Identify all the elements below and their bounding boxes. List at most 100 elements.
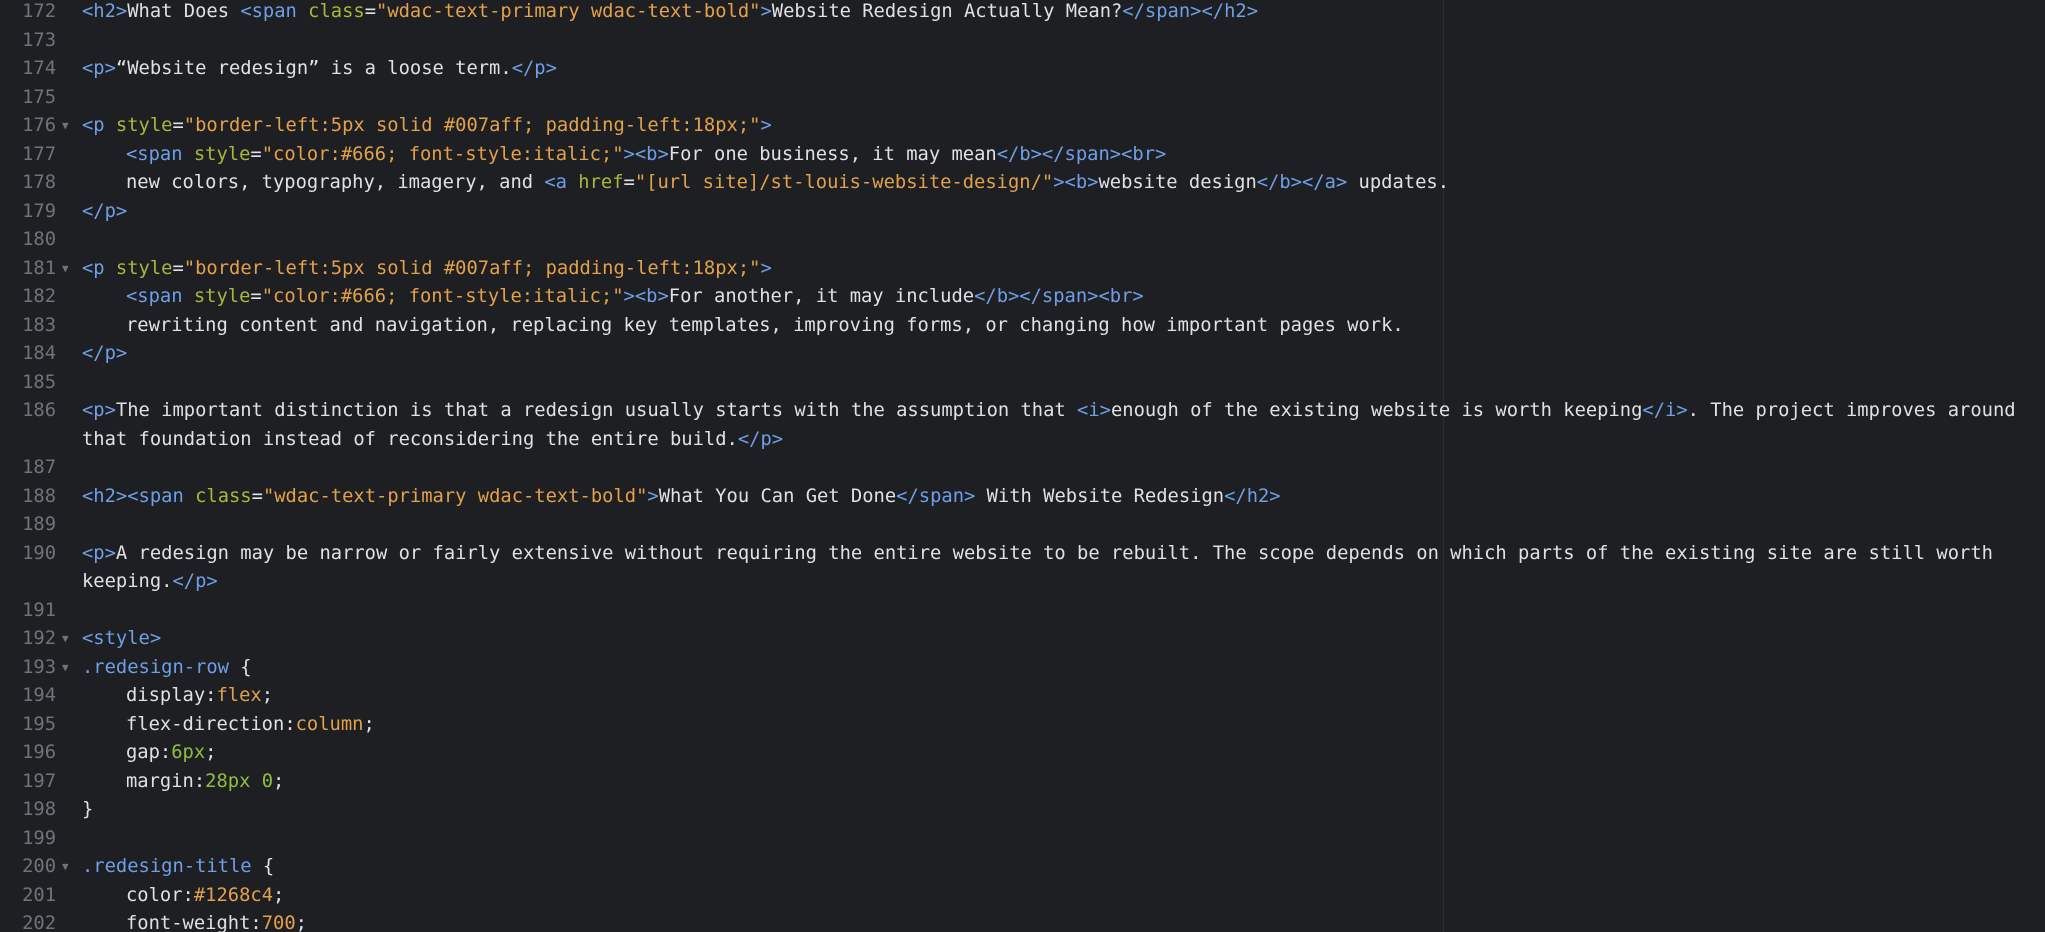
line-number: 174 — [22, 58, 56, 79]
code-token-text: ; — [295, 913, 307, 932]
code-token-val: column — [295, 713, 364, 735]
line-number: 183 — [22, 314, 56, 336]
line-number: 197 — [22, 770, 56, 792]
code-token-attr: style — [115, 257, 173, 279]
code-token-text: ; — [273, 884, 285, 906]
line-number: 179 — [22, 200, 56, 222]
code-line[interactable]: new colors, typography, imagery, and <a … — [126, 169, 2025, 198]
line-number: 196 — [22, 742, 56, 763]
code-line[interactable]: margin:28px 0; — [126, 768, 2025, 797]
code-token-val: flex — [216, 685, 262, 706]
code-line[interactable]: color:#1268c4; — [126, 882, 2025, 911]
line-number: 178 — [22, 172, 56, 193]
code-line[interactable]: font-weight:700; — [126, 910, 2025, 932]
line-number: 182 — [22, 286, 56, 307]
code-token-text: enough of the existing website is worth … — [1110, 400, 1643, 421]
code-token-tag: <style> — [82, 628, 162, 649]
code-token-text: } — [82, 799, 94, 820]
code-token-text: rewriting content and navigation, replac… — [126, 314, 1404, 336]
code-token-prop: display — [126, 685, 206, 706]
code-line[interactable]: </p> — [82, 198, 2025, 227]
code-line[interactable]: flex-direction:column; — [126, 711, 2025, 740]
code-token-num: 28px 0 — [205, 770, 273, 792]
code-token-text: = — [251, 485, 263, 507]
line-number: 172 — [22, 1, 56, 22]
code-token-prop: gap — [126, 742, 160, 763]
code-line[interactable]: <p>A redesign may be narrow or fairly ex… — [82, 540, 2025, 597]
line-number: 199 — [22, 827, 56, 849]
code-token-tag: </i> — [1642, 400, 1688, 421]
code-token-text: ; — [273, 770, 285, 792]
fold-triangle-icon[interactable]: ▼ — [62, 112, 69, 141]
code-token-val: 700 — [261, 913, 296, 932]
code-line[interactable]: <p>The important distinction is that a r… — [82, 397, 2025, 454]
code-line[interactable]: .redesign-row { — [82, 654, 2025, 683]
code-token-attr: href — [578, 172, 624, 193]
code-token-text: What You Can Get Done — [658, 485, 897, 507]
code-token-text: The important distinction is that a rede… — [115, 400, 1078, 421]
code-line[interactable]: gap:6px; — [126, 739, 2025, 768]
code-token-attr: class — [195, 485, 252, 507]
line-number: 186 — [22, 400, 56, 421]
fold-triangle-icon[interactable]: ▼ — [62, 255, 69, 284]
code-line[interactable]: <p>“Website redesign” is a loose term.</… — [82, 55, 2025, 84]
code-token-text: : — [284, 713, 296, 735]
code-token-text: : — [159, 742, 172, 763]
line-number: 176 — [22, 115, 56, 136]
fold-triangle-icon[interactable]: ▼ — [62, 654, 69, 683]
code-line[interactable]: <style> — [82, 625, 2025, 654]
line-number: 195 — [22, 713, 56, 735]
code-token-tag: > — [760, 257, 772, 279]
code-token-text: = — [172, 257, 184, 279]
code-line[interactable]: <span style="color:#666; font-style:ital… — [126, 283, 2025, 312]
code-token-tag: </p> — [172, 571, 218, 592]
code-token-tag: > — [760, 115, 772, 136]
code-token-tag: </p> — [511, 58, 557, 79]
code-token-tag: <p> — [82, 542, 116, 564]
code-token-text: : — [193, 770, 206, 792]
code-token-text: Website Redesign Actually Mean? — [771, 1, 1123, 22]
code-token-prop: margin — [126, 770, 194, 792]
code-token-tag: </span> — [896, 485, 976, 507]
code-token-tag: <i> — [1077, 400, 1111, 421]
code-line[interactable]: } — [82, 796, 2025, 825]
code-token-text: With Website Redesign — [975, 485, 1225, 507]
code-editor[interactable]: 172 <h2>What Does <span class="wdac-text-… — [0, 0, 2045, 932]
fold-triangle-icon[interactable]: ▼ — [62, 853, 69, 882]
code-token-tag: </b></a> — [1256, 172, 1348, 193]
code-line[interactable]: <p style="border-left:5px solid #007aff;… — [82, 255, 2025, 284]
code-token-text: : — [205, 685, 217, 706]
line-number: 202 — [22, 913, 56, 932]
code-line[interactable]: .redesign-title { — [82, 853, 2025, 882]
code-token-num: 6px — [171, 742, 206, 763]
line-number: 187 — [22, 457, 56, 478]
code-token-text: : — [182, 884, 194, 906]
code-token-text: { — [229, 656, 252, 678]
code-line[interactable]: </p> — [82, 340, 2025, 369]
code-line[interactable]: display:flex; — [126, 682, 2025, 711]
code-token-tag: </h2> — [1224, 485, 1281, 507]
code-token-sel: .redesign-title — [82, 856, 252, 877]
code-token-tag: </b></span><br> — [974, 286, 1144, 307]
code-token-tag: > — [760, 1, 772, 22]
code-token-tag: <p> — [82, 400, 116, 421]
fold-triangle-icon[interactable]: ▼ — [62, 625, 69, 654]
code-token-tag: <h2><span — [82, 485, 196, 507]
code-line[interactable]: <span style="color:#666; font-style:ital… — [126, 141, 2025, 170]
code-token-tag: </b></span><br> — [996, 143, 1167, 165]
code-line[interactable]: <h2>What Does <span class="wdac-text-pri… — [82, 0, 2025, 27]
code-line[interactable]: <p style="border-left:5px solid #007aff;… — [82, 112, 2025, 141]
line-number: 184 — [22, 343, 56, 364]
line-number: 200 — [22, 856, 56, 877]
line-number: 190 — [22, 542, 56, 564]
code-line[interactable]: <h2><span class="wdac-text-primary wdac-… — [82, 483, 2025, 512]
code-token-text: For another, it may include — [668, 286, 975, 307]
code-token-attr: style — [193, 286, 251, 307]
code-token-str: "border-left:5px solid #007aff; padding-… — [183, 257, 761, 279]
code-line[interactable]: rewriting content and navigation, replac… — [126, 312, 2025, 341]
code-token-tag: <p> — [82, 58, 116, 79]
line-number: 188 — [22, 485, 56, 507]
code-token-str: "color:#666; font-style:italic;" — [261, 286, 624, 307]
code-token-text: ; — [205, 742, 217, 763]
line-number: 181 — [22, 257, 56, 279]
